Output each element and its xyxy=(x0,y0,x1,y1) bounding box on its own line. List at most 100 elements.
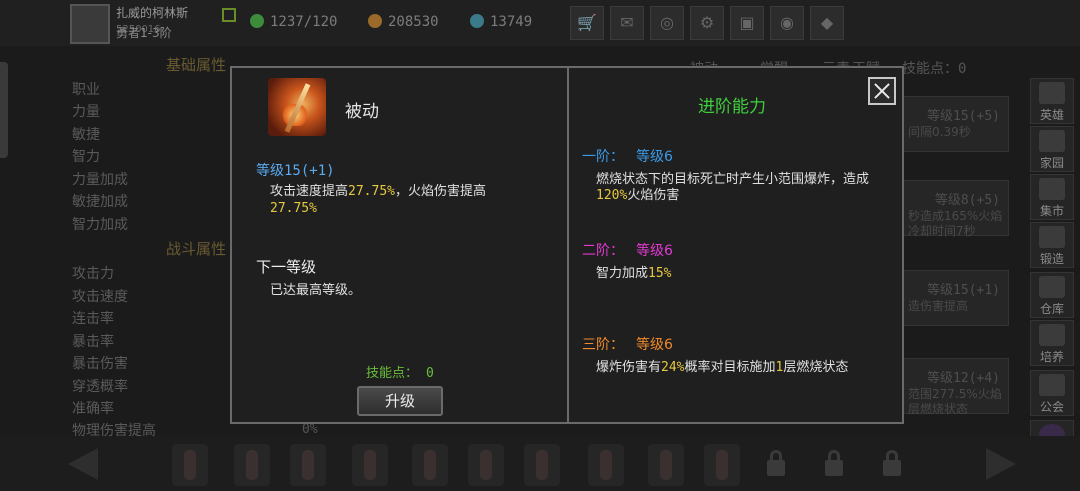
skill-card[interactable]: 等级12(+4) 范围277.5%火焰 层燃烧状态 xyxy=(903,358,1009,416)
top-bar: 扎威的柯林斯 5250016 勇者1-3阶 1237/120 208530 137… xyxy=(0,0,1080,46)
advanced-ability-title: 进阶能力 xyxy=(698,97,766,117)
tier-1-header: 一阶： 等级6 xyxy=(582,149,673,165)
side-menu-forge[interactable]: 锻造 xyxy=(1030,222,1074,268)
hero-slot[interactable] xyxy=(648,444,684,486)
attr-label: 敏捷 xyxy=(72,127,100,143)
gem-icon xyxy=(470,14,484,28)
side-menu-label: 英雄 xyxy=(1039,108,1064,122)
energy-icon xyxy=(250,14,264,28)
market-icon xyxy=(1039,178,1065,200)
attr-label: 攻击力 xyxy=(72,266,114,282)
gold-coin-icon xyxy=(368,14,382,28)
left-drawer-tab[interactable] xyxy=(0,62,8,158)
edit-icon[interactable] xyxy=(222,8,236,22)
skill-points-bg: 技能点：0 xyxy=(902,61,967,77)
gamepad-icon[interactable]: ◎ xyxy=(650,6,684,40)
skill-card-text: 造伤害提高 xyxy=(908,299,969,313)
hero-slot[interactable] xyxy=(468,444,504,486)
attr-label: 力量加成 xyxy=(72,172,128,188)
side-menu-label: 家园 xyxy=(1039,156,1064,170)
lock-icon xyxy=(880,448,904,478)
side-menu-label: 培养 xyxy=(1039,350,1064,364)
attr-label: 准确率 xyxy=(72,401,114,417)
skill-card-text: 范围277.5%火焰 层燃烧状态 xyxy=(908,387,1002,416)
lock-icon xyxy=(822,448,846,478)
attr-label: 职业 xyxy=(72,82,100,98)
player-rank: 勇者1-3阶 xyxy=(116,26,172,40)
side-menu-market[interactable]: 集市 xyxy=(1030,174,1074,220)
arrow-right-icon[interactable] xyxy=(986,448,1016,480)
shop-cart-icon[interactable]: 🛒 xyxy=(570,6,604,40)
gold-counter: 208530 xyxy=(368,14,439,30)
side-menu-train[interactable]: 培养 xyxy=(1030,320,1074,366)
skill-card-level: 等级15(+1) xyxy=(927,283,1000,298)
side-menu-warehouse[interactable]: 仓库 xyxy=(1030,272,1074,318)
close-icon[interactable] xyxy=(868,77,896,105)
next-level-title: 下一等级 xyxy=(256,258,317,276)
attr-label: 穿透概率 xyxy=(72,379,128,395)
anvil-icon xyxy=(1039,226,1065,248)
home-icon xyxy=(1039,130,1065,152)
side-menu-label: 集市 xyxy=(1039,204,1064,218)
current-level-desc: 攻击速度提高27.75%，火焰伤害提高 27.75% xyxy=(270,184,486,216)
lock-icon xyxy=(764,448,788,478)
avatar[interactable] xyxy=(70,4,110,44)
train-icon xyxy=(1039,324,1065,346)
basic-attrs-title: 基础属性 xyxy=(166,56,227,74)
side-menu-label: 仓库 xyxy=(1039,302,1064,316)
skill-card[interactable]: 等级8(+5) 秒造成165%火焰 冷却时间7秒 xyxy=(903,180,1009,238)
side-menu-hero[interactable]: 英雄 xyxy=(1030,78,1074,124)
gift-icon[interactable]: ▣ xyxy=(730,6,764,40)
tier-3-desc: 爆炸伤害有24%概率对目标施加1层燃烧状态 xyxy=(596,360,849,375)
tier-2-desc: 智力加成15% xyxy=(596,266,672,281)
skill-card-level: 等级8(+5) xyxy=(934,193,1000,208)
hero-slot[interactable] xyxy=(588,444,624,486)
skill-card[interactable]: 等级15(+5) 间隔0.39秒 xyxy=(903,96,1009,152)
side-menu-label: 公会 xyxy=(1039,400,1064,414)
hero-slot[interactable] xyxy=(412,444,448,486)
upgrade-button[interactable]: 升级 xyxy=(357,386,443,416)
color-wheel-icon[interactable]: ◉ xyxy=(770,6,804,40)
attr-label: 连击率 xyxy=(72,311,114,327)
side-menu-guild[interactable]: 公会 xyxy=(1030,370,1074,416)
skill-detail-dialog: 被动 等级15(+1) 攻击速度提高27.75%，火焰伤害提高 27.75% 下一… xyxy=(230,66,904,424)
hero-slot[interactable] xyxy=(704,444,740,486)
skill-name: 被动 xyxy=(345,102,379,122)
attr-label: 智力 xyxy=(72,149,100,165)
hero-slot[interactable] xyxy=(352,444,388,486)
mail-icon[interactable]: ✉ xyxy=(610,6,644,40)
hero-icon xyxy=(1039,82,1065,104)
guild-icon xyxy=(1039,374,1065,396)
skill-card-level: 等级12(+4) xyxy=(927,371,1000,386)
skill-points: 技能点： 0 xyxy=(366,366,434,381)
attr-label: 敏捷加成 xyxy=(72,194,128,210)
attr-label: 攻击速度 xyxy=(72,289,128,305)
skill-card-text: 间隔0.39秒 xyxy=(908,125,971,139)
fire-sword-skill-icon xyxy=(268,78,326,136)
battle-attrs-title: 战斗属性 xyxy=(166,240,227,258)
bag-icon[interactable]: ◆ xyxy=(810,6,844,40)
tier-1-desc: 燃烧状态下的目标死亡时产生小范围爆炸，造成120%火焰伤害 xyxy=(596,172,870,203)
hero-slot[interactable] xyxy=(524,444,560,486)
panel-divider xyxy=(567,68,569,422)
attr-label: 暴击伤害 xyxy=(72,356,128,372)
side-menu-home[interactable]: 家园 xyxy=(1030,126,1074,172)
tier-2-header: 二阶： 等级6 xyxy=(582,243,673,259)
hero-slot[interactable] xyxy=(234,444,270,486)
gem-counter: 13749 xyxy=(470,14,532,30)
side-menu-label: 锻造 xyxy=(1039,252,1064,266)
next-level-desc: 已达最高等级。 xyxy=(270,283,362,298)
attr-label: 力量 xyxy=(72,104,100,120)
attr-value: 0% xyxy=(302,422,318,437)
arrow-left-icon[interactable] xyxy=(68,448,98,480)
warehouse-icon xyxy=(1039,276,1065,298)
skill-card-level: 等级15(+5) xyxy=(927,109,1000,124)
skill-card[interactable]: 等级15(+1) 造伤害提高 xyxy=(903,270,1009,326)
energy-counter: 1237/120 xyxy=(250,14,337,30)
hero-slot[interactable] xyxy=(290,444,326,486)
settings-gear-icon[interactable]: ⚙ xyxy=(690,6,724,40)
attr-label: 智力加成 xyxy=(72,217,128,233)
tier-3-header: 三阶： 等级6 xyxy=(582,337,673,353)
hero-slot[interactable] xyxy=(172,444,208,486)
skill-card-text: 秒造成165%火焰 冷却时间7秒 xyxy=(908,209,1003,238)
